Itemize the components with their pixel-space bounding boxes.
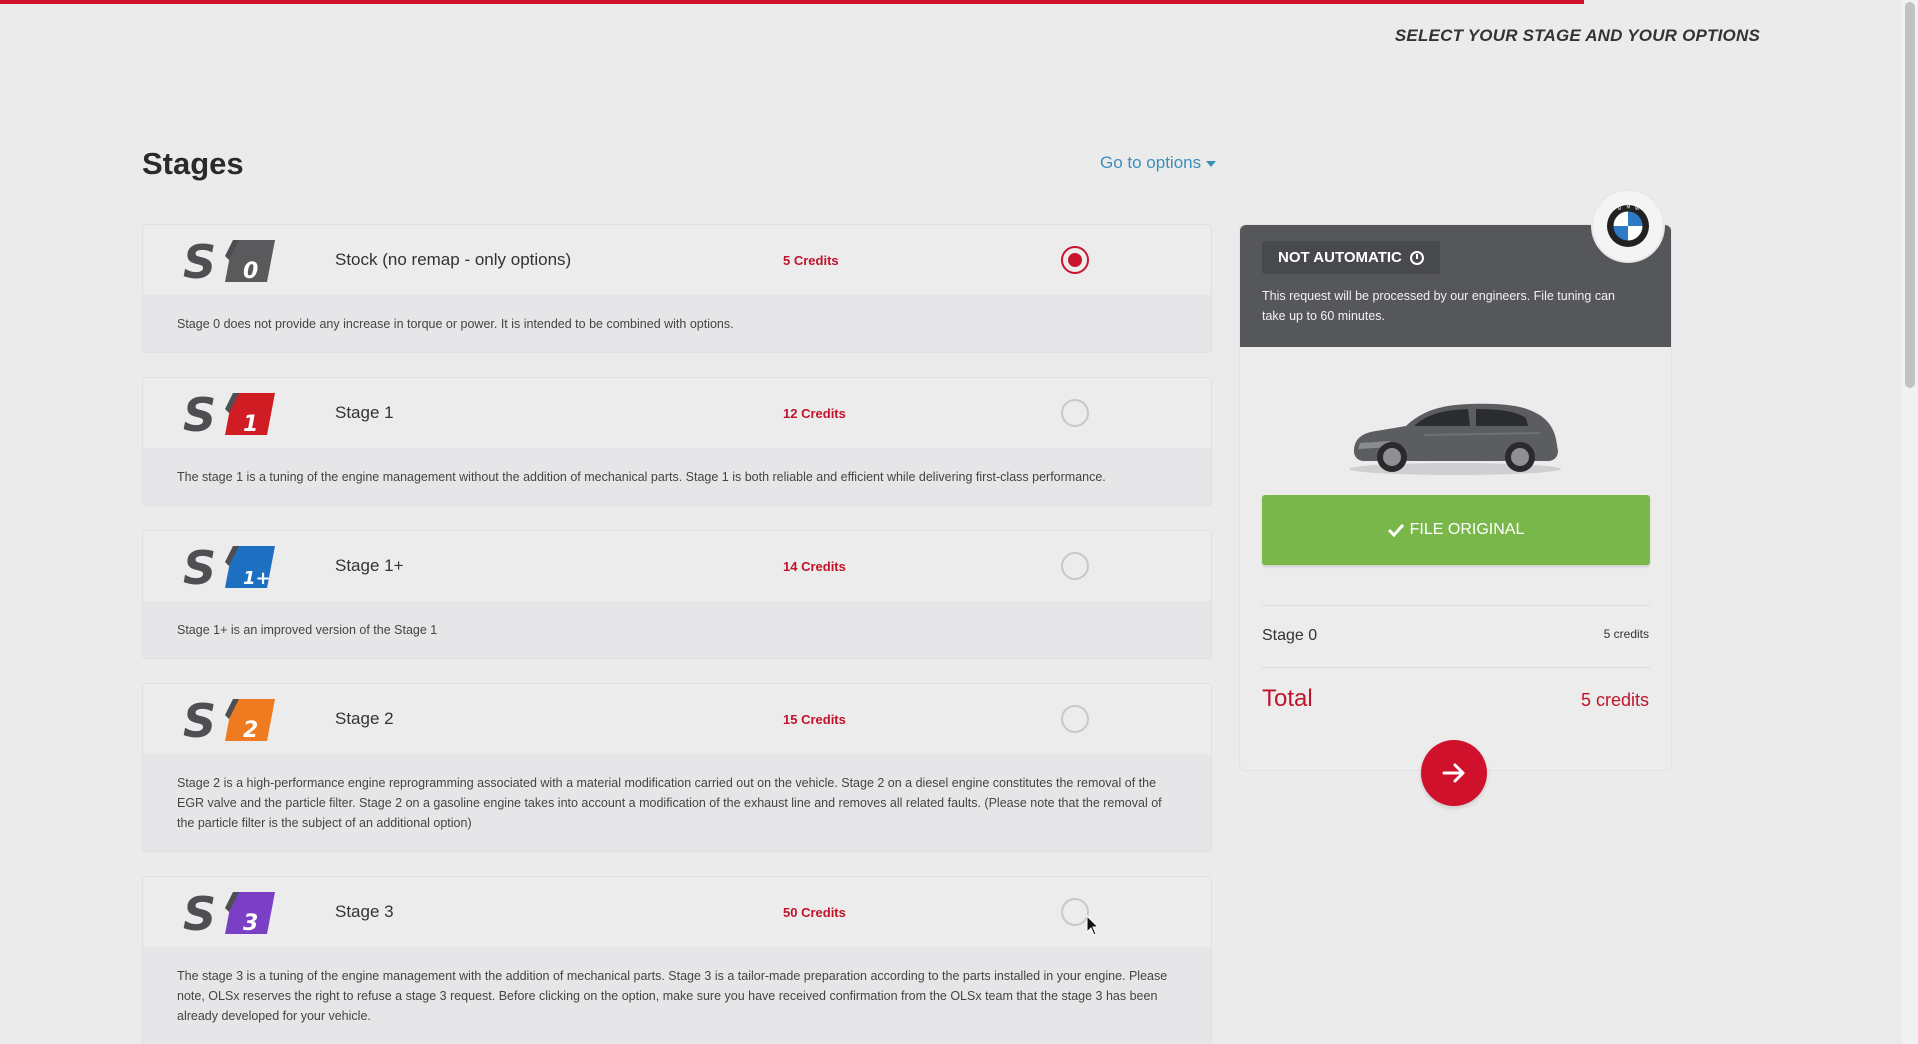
- stage-list: S 0 Stock (no remap - only options) 5 Credi…: [142, 224, 1212, 1044]
- stage-card-header[interactable]: S 1+ Stage 1+ 14 Credits: [143, 531, 1211, 601]
- stage-description: Stage 1+ is an improved version of the S…: [177, 623, 438, 637]
- summary-panel: NOT AUTOMATIC This request will be proce…: [1239, 191, 1672, 771]
- svg-text:B: B: [1618, 206, 1621, 212]
- svg-text:3: 3: [243, 911, 258, 936]
- not-automatic-badge: NOT AUTOMATIC: [1262, 241, 1440, 274]
- svg-text:1+: 1+: [243, 568, 271, 589]
- stage-description: Stage 0 does not provide any increase in…: [177, 317, 734, 331]
- svg-text:S: S: [183, 542, 216, 590]
- divider: [1262, 605, 1650, 606]
- stage-card-header[interactable]: S 3 Stage 3 50 Credits: [143, 877, 1211, 947]
- stage-radio[interactable]: [1061, 552, 1089, 580]
- stage-description: The stage 1 is a tuning of the engine ma…: [177, 470, 1106, 484]
- stage-description: The stage 3 is a tuning of the engine ma…: [177, 969, 1168, 1023]
- svg-text:S: S: [183, 389, 216, 437]
- stage-card[interactable]: S 1+ Stage 1+ 14 Credits Stage 1+ is an impr…: [142, 530, 1212, 659]
- not-automatic-label: NOT AUTOMATIC: [1278, 249, 1402, 266]
- car-image: [1340, 385, 1570, 480]
- stage-credits: 15 Credits: [783, 711, 846, 727]
- stage-radio[interactable]: [1061, 246, 1089, 274]
- svg-text:S: S: [183, 695, 216, 743]
- stage-name: Stock (no remap - only options): [335, 250, 572, 269]
- stage-name: Stage 2: [335, 709, 394, 728]
- file-original-label: FILE ORIGINAL: [1409, 521, 1525, 538]
- arrow-right-icon: [1442, 763, 1465, 783]
- processing-note: This request will be processed by our en…: [1262, 289, 1615, 323]
- stage-card[interactable]: S 3 Stage 3 50 Credits The stage 3 is a tuni…: [142, 876, 1212, 1044]
- svg-text:S: S: [183, 888, 216, 936]
- svg-text:0: 0: [243, 259, 258, 284]
- progress-fill: [0, 0, 1585, 4]
- svg-text:1: 1: [243, 412, 258, 437]
- mouse-cursor-icon: [1086, 915, 1100, 936]
- stage-card-header[interactable]: S 0 Stock (no remap - only options) 5 Credi…: [143, 225, 1211, 295]
- svg-text:S: S: [183, 236, 216, 284]
- total-value: 5 credits: [1580, 690, 1649, 710]
- svg-text:2: 2: [243, 718, 258, 743]
- stage-radio[interactable]: [1061, 898, 1089, 926]
- progress-bar: [0, 0, 1918, 4]
- stage-description: Stage 2 is a high-performance engine rep…: [177, 776, 1162, 830]
- line-item-value: 5 credits: [1603, 627, 1649, 641]
- svg-text:M: M: [1627, 205, 1631, 211]
- page-heading: SELECT YOUR STAGE AND YOUR OPTIONS: [1394, 26, 1760, 45]
- clock-icon: [1409, 250, 1424, 265]
- stage-card-header[interactable]: S 1 Stage 1 12 Credits: [143, 378, 1211, 448]
- bmw-logo-icon: B M W: [1593, 191, 1663, 261]
- scrollbar-thumb[interactable]: [1905, 2, 1915, 388]
- caret-down-icon: [1206, 161, 1217, 167]
- stage-name: Stage 1+: [335, 556, 404, 575]
- stage-credits: 14 Credits: [783, 558, 846, 574]
- svg-text:W: W: [1635, 206, 1640, 212]
- stage-name: Stage 1: [335, 403, 394, 422]
- stage-logo-icon: S1: [183, 389, 275, 437]
- stage-radio[interactable]: [1061, 399, 1089, 427]
- stage-credits: 50 Credits: [783, 904, 846, 920]
- panel-header: NOT AUTOMATIC This request will be proce…: [1240, 191, 1671, 347]
- stage-logo-icon: S 1+: [183, 542, 275, 590]
- stage-card[interactable]: S 1 Stage 1 12 Credits The stage 1 is a tuni…: [142, 377, 1212, 506]
- stage-logo-icon: S3: [183, 888, 275, 936]
- go-to-options-link[interactable]: Go to options: [1100, 153, 1217, 173]
- file-original-button[interactable]: FILE ORIGINAL: [1262, 495, 1650, 565]
- stage-credits: 5 Credits: [783, 252, 839, 268]
- stage-credits: 12 Credits: [783, 405, 846, 421]
- next-button[interactable]: [1421, 740, 1487, 806]
- stages-title: Stages: [142, 146, 244, 181]
- checkmark-icon: [1387, 523, 1404, 537]
- stage-radio[interactable]: [1061, 705, 1089, 733]
- go-to-options-label: Go to options: [1100, 153, 1202, 172]
- stage-card[interactable]: S 2 Stage 2 15 Credits Stage 2 is a high-per…: [142, 683, 1212, 852]
- stage-name: Stage 3: [335, 902, 394, 921]
- stage-logo-icon: S2: [183, 695, 275, 743]
- stage-card[interactable]: S 0 Stock (no remap - only options) 5 Credi…: [142, 224, 1212, 353]
- line-item-label: Stage 0: [1262, 627, 1318, 644]
- divider: [1262, 667, 1650, 668]
- stage-card-header[interactable]: S 2 Stage 2 15 Credits: [143, 684, 1211, 754]
- scrollbar[interactable]: [1902, 0, 1918, 1044]
- stage-logo-icon: S0: [183, 236, 275, 284]
- total-label: Total: [1262, 685, 1313, 712]
